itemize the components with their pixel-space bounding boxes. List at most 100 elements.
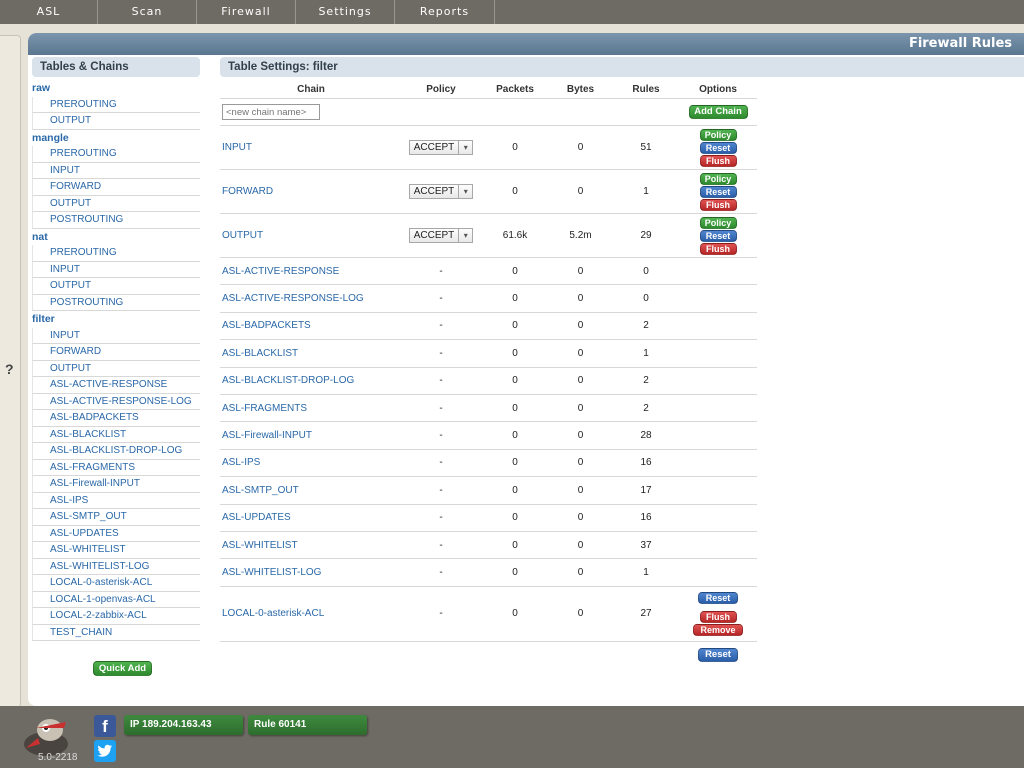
chain-link[interactable]: ASL-Firewall-INPUT [220, 430, 400, 441]
tree-chain-item[interactable]: INPUT [32, 162, 200, 179]
policy-button[interactable]: Policy [699, 216, 737, 229]
tree-chain-item[interactable]: ASL-ACTIVE-RESPONSE-LOG [32, 393, 200, 410]
chain-link[interactable]: ASL-FRAGMENTS [220, 403, 400, 414]
tree-table-filter[interactable]: filter [30, 311, 200, 328]
table-row: OUTPUT ACCEPT ▾ 61.6k 5.2m 29 Policy Reset Flush [220, 214, 757, 258]
flush-button[interactable]: Flush [699, 198, 737, 211]
policy-value: - [439, 347, 443, 359]
add-chain-button[interactable]: Add Chain [688, 105, 748, 119]
chain-link[interactable]: ASL-ACTIVE-RESPONSE [220, 266, 400, 277]
policy-select[interactable]: ACCEPT ▾ [408, 184, 474, 199]
tree-chain-item[interactable]: POSTROUTING [32, 212, 200, 229]
nav-settings[interactable]: Settings [296, 0, 395, 24]
nav-firewall[interactable]: Firewall [197, 0, 296, 24]
reset-button[interactable]: Reset [699, 185, 737, 198]
table-row: LOCAL-0-asterisk-ACL - 0 0 27 Reset Flush Remov… [220, 587, 757, 642]
tree-chain-item[interactable]: ASL-WHITELIST-LOG [32, 558, 200, 575]
chain-link[interactable]: LOCAL-0-asterisk-ACL [220, 608, 400, 619]
twitter-icon[interactable] [94, 740, 116, 762]
chain-link[interactable]: ASL-WHITELIST-LOG [220, 567, 400, 578]
tree-chain-item[interactable]: PREROUTING [32, 96, 200, 113]
new-chain-row: Add Chain [220, 99, 757, 126]
policy-cell: ACCEPT ▾ [400, 140, 482, 155]
tree-chain-item[interactable]: OUTPUT [32, 195, 200, 212]
col-packets: Packets [496, 84, 534, 95]
chain-link[interactable]: ASL-UPDATES [220, 512, 400, 523]
facebook-icon[interactable]: f [94, 715, 116, 737]
nav-reports[interactable]: Reports [395, 0, 495, 24]
tree-chain-item[interactable]: ASL-BLACKLIST [32, 426, 200, 443]
policy-button[interactable]: Policy [699, 172, 737, 185]
tree-chain-item[interactable]: OUTPUT [32, 113, 200, 130]
chain-link[interactable]: ASL-BLACKLIST [220, 348, 400, 359]
help-rail[interactable]: ? [0, 35, 21, 708]
tree-chain-item[interactable]: ASL-UPDATES [32, 525, 200, 542]
tree-chain-item[interactable]: LOCAL-2-zabbix-ACL [32, 608, 200, 625]
chain-link[interactable]: ASL-BLACKLIST-DROP-LOG [220, 375, 400, 386]
reset-button[interactable]: Reset [698, 647, 738, 662]
top-nav: ASL Scan Firewall Settings Reports [0, 0, 1024, 24]
tree-chain-item[interactable]: PREROUTING [32, 146, 200, 163]
chain-link[interactable]: ASL-BADPACKETS [220, 320, 400, 331]
policy-cell: ACCEPT ▾ [400, 228, 482, 243]
packets-value: 0 [512, 608, 518, 620]
tree-chain-item[interactable]: ASL-IPS [32, 492, 200, 509]
reset-button[interactable]: Reset [699, 141, 737, 154]
tree-chain-item[interactable]: OUTPUT [32, 278, 200, 295]
tree-chain-item[interactable]: TEST_CHAIN [32, 624, 200, 641]
tree-chain-item[interactable]: LOCAL-0-asterisk-ACL [32, 575, 200, 592]
chain-link[interactable]: FORWARD [220, 186, 400, 197]
chain-link[interactable]: INPUT [220, 142, 400, 153]
remove-button[interactable]: Remove [693, 623, 743, 636]
tree-chain-item[interactable]: ASL-BLACKLIST-DROP-LOG [32, 443, 200, 460]
flush-button[interactable]: Flush [699, 610, 737, 623]
help-icon[interactable]: ? [5, 361, 14, 377]
chain-link[interactable]: ASL-IPS [220, 457, 400, 468]
tree-table-mangle[interactable]: mangle [30, 130, 200, 147]
packets-value: 0 [512, 484, 518, 496]
version-label: 5.0-2218 [38, 752, 78, 763]
tree-chain-item[interactable]: INPUT [32, 261, 200, 278]
tree-chain-item[interactable]: ASL-SMTP_OUT [32, 509, 200, 526]
tree-chain-item[interactable]: ASL-ACTIVE-RESPONSE [32, 377, 200, 394]
chain-link[interactable]: ASL-SMTP_OUT [220, 485, 400, 496]
chain-link[interactable]: OUTPUT [220, 230, 400, 241]
tree-chain-item[interactable]: LOCAL-1-openvas-ACL [32, 591, 200, 608]
new-chain-input[interactable] [222, 104, 320, 120]
reset-button[interactable]: Reset [698, 591, 738, 604]
packets-value: 0 [512, 539, 518, 551]
rules-value: 1 [643, 566, 649, 578]
tree-chain-item[interactable]: FORWARD [32, 344, 200, 361]
tree-chain-item[interactable]: ASL-FRAGMENTS [32, 459, 200, 476]
tree-chain-item[interactable]: PREROUTING [32, 245, 200, 262]
tree-chain-item[interactable]: ASL-WHITELIST [32, 542, 200, 559]
tree-chain-item[interactable]: OUTPUT [32, 360, 200, 377]
flush-button[interactable]: Flush [699, 242, 737, 255]
tree-table-raw[interactable]: raw [30, 80, 200, 97]
chain-link[interactable]: ASL-WHITELIST [220, 540, 400, 551]
reset-button[interactable]: Reset [699, 229, 737, 242]
tree-chain-item[interactable]: INPUT [32, 327, 200, 344]
flush-button[interactable]: Flush [699, 154, 737, 167]
rules-value: 37 [640, 539, 652, 551]
tree-chain-item[interactable]: POSTROUTING [32, 294, 200, 311]
policy-select[interactable]: ACCEPT ▾ [408, 140, 474, 155]
table-row: ASL-BLACKLIST-DROP-LOG - 0 0 2 [220, 368, 757, 395]
table-row: FORWARD ACCEPT ▾ 0 0 1 Policy Reset Flush [220, 170, 757, 214]
nav-asl[interactable]: ASL [0, 0, 98, 24]
tree-table-nat[interactable]: nat [30, 229, 200, 246]
packets-value: 0 [512, 430, 518, 442]
table-row: ASL-WHITELIST-LOG - 0 0 1 [220, 559, 757, 587]
quick-add-button[interactable]: Quick Add [93, 661, 152, 676]
policy-select[interactable]: ACCEPT ▾ [408, 228, 474, 243]
tree-chain-item[interactable]: ASL-BADPACKETS [32, 410, 200, 427]
table-row: ASL-WHITELIST - 0 0 37 [220, 532, 757, 560]
chain-link[interactable]: ASL-ACTIVE-RESPONSE-LOG [220, 293, 400, 304]
policy-value: - [439, 375, 443, 387]
options-cell: Reset Flush Remove [679, 591, 757, 636]
tree-chain-item[interactable]: FORWARD [32, 179, 200, 196]
bytes-value: 0 [577, 430, 584, 442]
nav-scan[interactable]: Scan [98, 0, 197, 24]
tree-chain-item[interactable]: ASL-Firewall-INPUT [32, 476, 200, 493]
policy-button[interactable]: Policy [699, 128, 737, 141]
